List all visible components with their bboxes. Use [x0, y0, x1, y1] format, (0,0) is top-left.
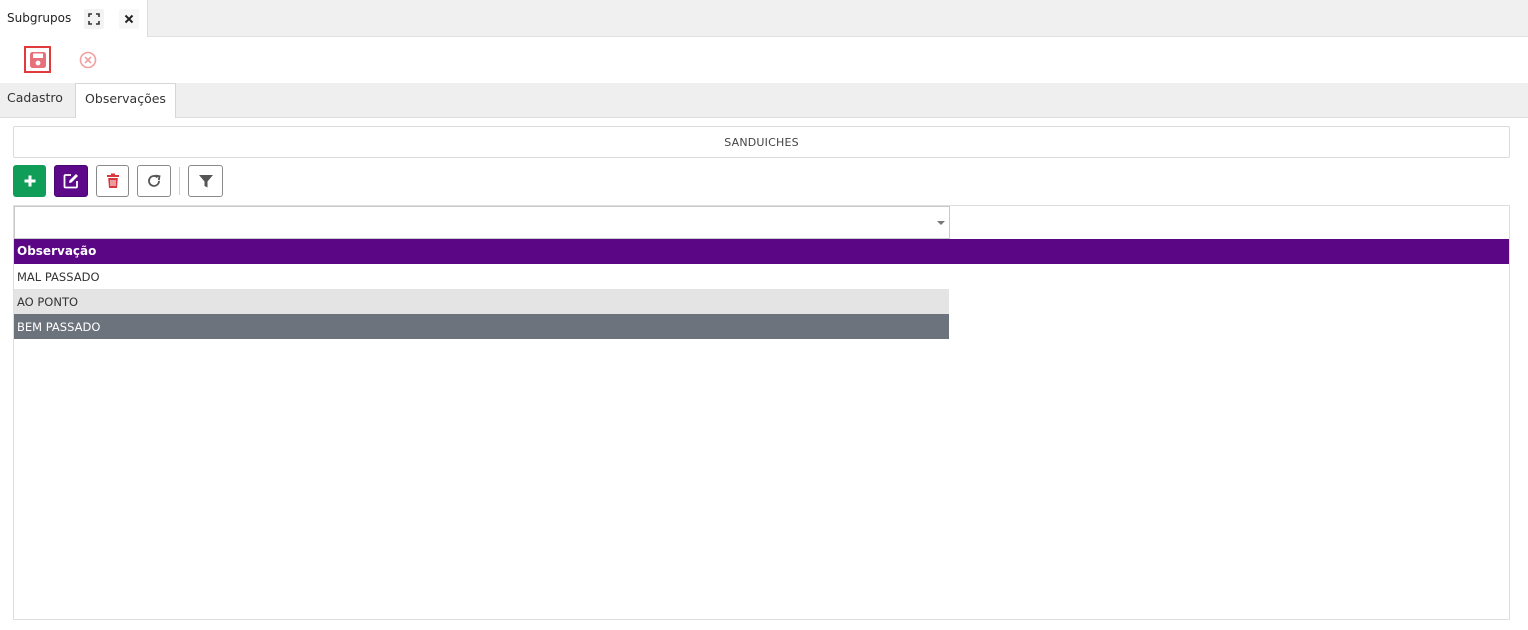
filter-icon	[198, 175, 213, 188]
table-row-selected[interactable]: BEM PASSADO	[14, 314, 949, 339]
filter-button[interactable]	[188, 165, 223, 197]
table-row[interactable]: MAL PASSADO	[14, 264, 949, 289]
form-toolbar	[0, 37, 1528, 83]
column-header-observacao[interactable]: Observação	[14, 239, 1509, 264]
maximize-icon[interactable]	[84, 9, 104, 29]
save-icon	[29, 51, 46, 68]
column-header-label: Observação	[17, 244, 97, 258]
table-row[interactable]: AO PONTO	[14, 289, 949, 314]
inner-tab-bar: Cadastro Observações	[0, 83, 1528, 118]
cancel-button[interactable]	[74, 46, 101, 73]
window-tab-title: Subgrupos	[7, 11, 72, 25]
group-name-header: SANDUICHES	[13, 126, 1510, 158]
cancel-circle-icon	[79, 51, 96, 68]
tab-cadastro[interactable]: Cadastro	[7, 83, 63, 118]
save-button[interactable]	[24, 46, 51, 73]
trash-icon	[106, 173, 119, 188]
table-cell: MAL PASSADO	[17, 270, 100, 284]
edit-icon	[63, 174, 78, 189]
table-cell: BEM PASSADO	[17, 320, 101, 334]
tab-observacoes[interactable]: Observações	[75, 83, 176, 118]
refresh-icon	[148, 174, 161, 187]
group-name-label: SANDUICHES	[724, 135, 799, 149]
chevron-down-icon[interactable]	[937, 221, 945, 225]
observations-grid: Observação MAL PASSADO AO PONTO BEM PASS…	[13, 205, 1510, 620]
table-cell: AO PONTO	[17, 295, 79, 309]
observation-select[interactable]	[14, 206, 950, 239]
close-icon[interactable]	[119, 9, 139, 29]
refresh-button[interactable]	[137, 165, 171, 197]
delete-button[interactable]	[96, 165, 129, 197]
add-button[interactable]	[13, 165, 46, 197]
window-tab-strip: Subgrupos	[0, 0, 1528, 37]
window-tab-subgrupos[interactable]: Subgrupos	[0, 0, 148, 37]
plus-icon	[24, 175, 35, 187]
edit-button[interactable]	[54, 165, 88, 197]
toolbar-divider	[179, 167, 180, 195]
